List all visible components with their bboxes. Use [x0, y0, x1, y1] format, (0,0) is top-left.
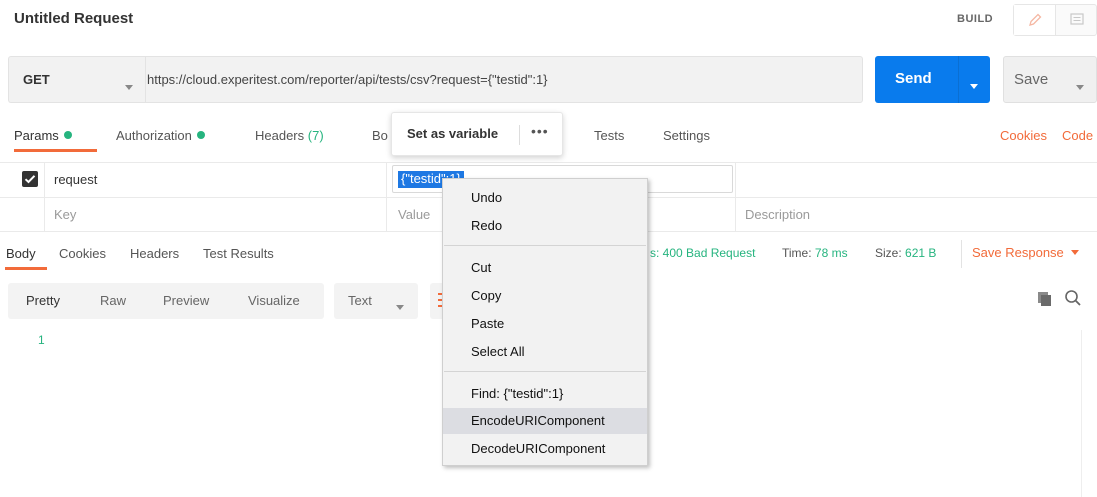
- size-value: 621 B: [905, 246, 937, 260]
- popup-divider: [519, 125, 520, 145]
- menu-item-select-all[interactable]: Select All: [443, 339, 647, 365]
- meta-divider: [961, 240, 962, 268]
- response-time: Time: 78 ms: [782, 246, 848, 260]
- format-toolbar: Pretty Raw Preview Visualize: [8, 283, 324, 319]
- more-options-icon[interactable]: •••: [531, 123, 549, 139]
- set-as-variable-button[interactable]: Set as variable: [407, 126, 498, 141]
- context-menu: Undo Redo Cut Copy Paste Select All Find…: [442, 178, 648, 466]
- chevron-down-icon: [1071, 250, 1080, 255]
- params-indicator-dot: [63, 131, 72, 139]
- menu-item-copy[interactable]: Copy: [443, 283, 647, 309]
- set-as-variable-popup: Set as variable •••: [391, 112, 563, 156]
- response-tab-body[interactable]: Body: [6, 246, 36, 261]
- status-value: s: 400 Bad Request: [650, 246, 756, 260]
- tab-params-label: Params: [14, 128, 59, 143]
- menu-item-find[interactable]: Find: {"testid":1}: [443, 381, 647, 407]
- key-placeholder[interactable]: Key: [54, 207, 76, 222]
- mode-toggle: [1013, 4, 1097, 36]
- table-top-border: [0, 162, 1097, 163]
- active-tab-underline: [14, 149, 97, 152]
- save-response-label: Save Response: [972, 245, 1064, 260]
- copy-icon[interactable]: [1036, 290, 1054, 311]
- headers-count: (7): [307, 128, 324, 143]
- response-tab-headers[interactable]: Headers: [130, 246, 179, 261]
- save-response-button[interactable]: Save Response: [972, 245, 1080, 260]
- tab-settings[interactable]: Settings: [663, 128, 710, 143]
- size-label: Size:: [875, 246, 902, 260]
- send-label: Send: [895, 70, 932, 87]
- method-label: GET: [23, 72, 50, 87]
- menu-item-undo[interactable]: Undo: [443, 185, 647, 211]
- line-number: 1: [38, 333, 45, 347]
- format-select-label: Text: [348, 293, 372, 308]
- response-tab-test-results[interactable]: Test Results: [203, 246, 274, 261]
- menu-item-encode-uri-component[interactable]: EncodeURIComponent: [443, 408, 647, 434]
- menu-item-cut[interactable]: Cut: [443, 255, 647, 281]
- param-enabled-checkbox[interactable]: [22, 171, 38, 187]
- editor-scrollbar[interactable]: [1081, 330, 1097, 497]
- send-options-chevron-icon[interactable]: [970, 77, 978, 92]
- send-button[interactable]: Send: [875, 56, 990, 103]
- tab-authorization[interactable]: Authorization: [116, 128, 205, 143]
- cookies-link[interactable]: Cookies: [1000, 128, 1047, 143]
- description-placeholder[interactable]: Description: [745, 207, 810, 222]
- tab-tests[interactable]: Tests: [594, 128, 624, 143]
- pencil-icon[interactable]: [1014, 5, 1056, 35]
- preview-button[interactable]: Preview: [163, 293, 209, 308]
- param-key-request[interactable]: request: [54, 172, 97, 187]
- chevron-down-icon: [125, 78, 133, 93]
- search-icon[interactable]: [1064, 289, 1082, 310]
- authorization-indicator-dot: [196, 131, 205, 139]
- url-text: https://cloud.experitest.com/reporter/ap…: [147, 72, 548, 87]
- menu-separator: [444, 245, 646, 246]
- raw-button[interactable]: Raw: [100, 293, 126, 308]
- method-select[interactable]: GET: [8, 56, 145, 103]
- value-placeholder[interactable]: Value: [398, 207, 430, 222]
- tab-body-partial[interactable]: Bo: [372, 128, 388, 143]
- build-mode-label[interactable]: BUILD: [957, 13, 993, 25]
- tab-headers[interactable]: Headers (7): [255, 128, 324, 143]
- response-active-tab-underline: [5, 267, 47, 270]
- code-link[interactable]: Code: [1062, 128, 1093, 143]
- comments-icon[interactable]: [1056, 5, 1097, 35]
- visualize-button[interactable]: Visualize: [248, 293, 300, 308]
- response-size: Size: 621 B: [875, 246, 936, 260]
- time-label: Time:: [782, 246, 812, 260]
- tab-headers-label: Headers: [255, 128, 305, 143]
- time-value: 78 ms: [814, 246, 848, 260]
- pretty-button[interactable]: Pretty: [26, 293, 60, 308]
- save-label: Save: [1014, 71, 1049, 88]
- response-status: s: 400 Bad Request: [650, 246, 755, 260]
- response-tab-cookies[interactable]: Cookies: [59, 246, 106, 261]
- tab-authorization-label: Authorization: [116, 128, 192, 143]
- save-button[interactable]: Save: [1003, 56, 1097, 103]
- save-options-chevron-icon[interactable]: [1076, 78, 1084, 93]
- send-divider: [958, 56, 959, 103]
- menu-item-redo[interactable]: Redo: [443, 213, 647, 239]
- menu-separator: [444, 371, 646, 372]
- menu-item-decode-uri-component[interactable]: DecodeURIComponent: [443, 436, 647, 462]
- response-format-select[interactable]: Text: [334, 283, 418, 319]
- table-col-divider-3: [735, 162, 736, 232]
- table-col-divider-2: [386, 162, 387, 232]
- tab-params[interactable]: Params: [14, 128, 72, 143]
- page-title: Untitled Request: [14, 10, 134, 27]
- url-input[interactable]: https://cloud.experitest.com/reporter/ap…: [145, 56, 863, 103]
- menu-item-paste[interactable]: Paste: [443, 311, 647, 337]
- chevron-down-icon: [396, 298, 404, 313]
- table-col-divider-1: [44, 162, 45, 232]
- checkmark-icon: [24, 175, 36, 184]
